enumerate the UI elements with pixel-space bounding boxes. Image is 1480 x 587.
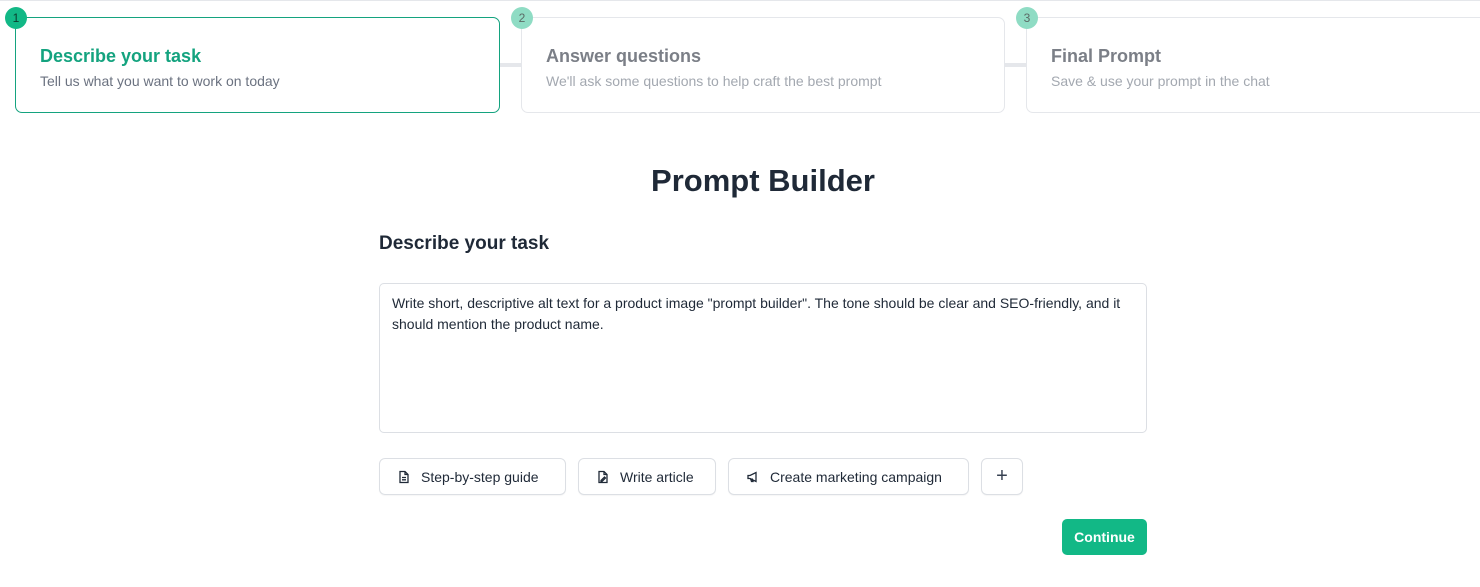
task-description-input[interactable]: Write short, descriptive alt text for a …	[379, 283, 1147, 433]
chip-create-marketing-campaign[interactable]: Create marketing campaign	[728, 458, 969, 495]
step-final-prompt[interactable]: 3 Final Prompt Save & use your prompt in…	[1016, 7, 1480, 113]
step-subtitle: Save & use your prompt in the chat	[1051, 73, 1270, 89]
step-title: Final Prompt	[1051, 46, 1162, 66]
chip-label: Write article	[620, 468, 694, 485]
step-title: Describe your task	[40, 46, 202, 66]
document-icon	[397, 470, 411, 484]
chip-step-by-step-guide[interactable]: Step-by-step guide	[379, 458, 566, 495]
edit-document-icon	[596, 470, 610, 484]
plus-icon: +	[996, 465, 1008, 487]
step-connector	[1004, 63, 1027, 67]
progress-stepper: 1 Describe your task Tell us what you wa…	[0, 0, 1480, 120]
step-describe-task[interactable]: 1 Describe your task Tell us what you wa…	[5, 7, 500, 113]
page-title: Prompt Builder	[651, 163, 875, 198]
step-subtitle: Tell us what you want to work on today	[40, 73, 280, 89]
continue-button[interactable]: Continue	[1062, 519, 1147, 555]
step-answer-questions[interactable]: 2 Answer questions We'll ask some questi…	[511, 7, 1005, 113]
megaphone-icon	[746, 470, 760, 484]
add-template-button[interactable]: +	[981, 458, 1023, 495]
chip-label: Step-by-step guide	[421, 468, 539, 485]
step-title: Answer questions	[546, 46, 702, 66]
step-connector	[499, 63, 522, 67]
step-subtitle: We'll ask some questions to help craft t…	[546, 73, 882, 89]
chip-write-article[interactable]: Write article	[578, 458, 716, 495]
section-title: Describe your task	[379, 233, 550, 254]
step-number-badge: 3	[1016, 7, 1038, 29]
chip-label: Create marketing campaign	[770, 468, 942, 485]
step-number-badge: 1	[5, 7, 27, 29]
step-number-badge: 2	[511, 7, 533, 29]
